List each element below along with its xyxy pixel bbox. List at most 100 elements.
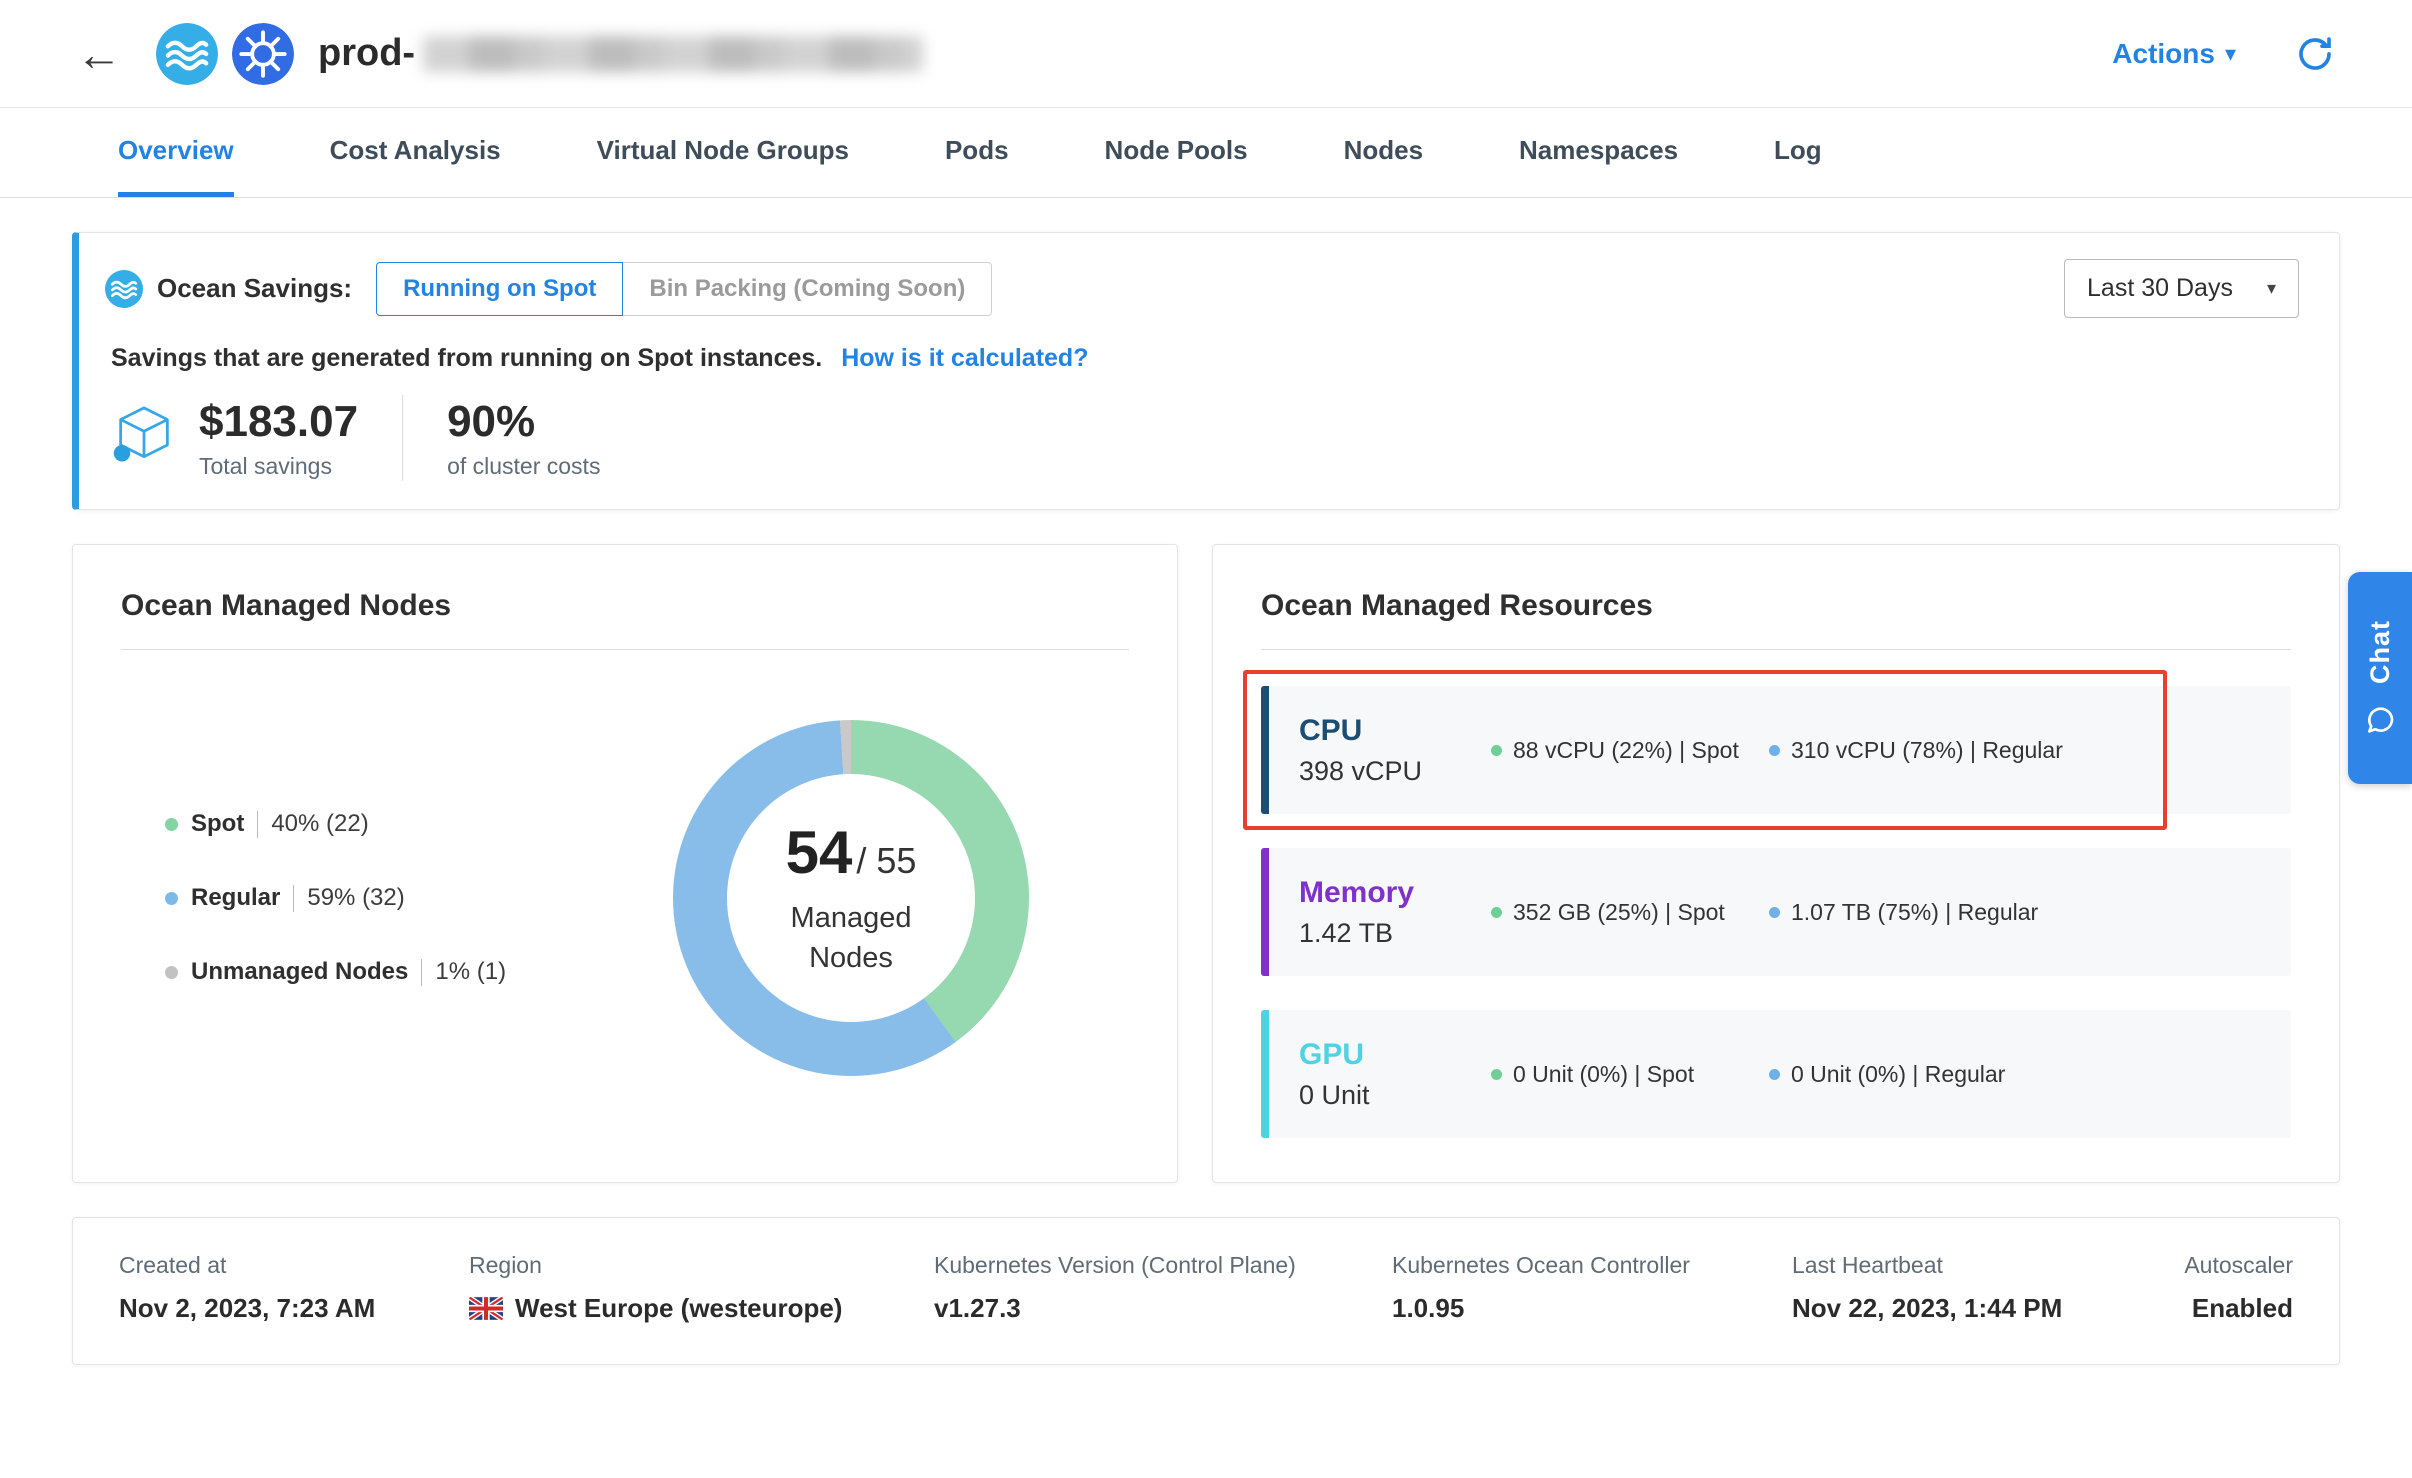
spot-dot [1491, 745, 1502, 756]
tab-nodes[interactable]: Nodes [1344, 108, 1423, 197]
tab-namespaces[interactable]: Namespaces [1519, 108, 1678, 197]
managed-nodes-donut: 54 / 55 Managed Nodes [673, 720, 1029, 1076]
kubernetes-logo-icon [232, 23, 294, 85]
resource-name: GPU [1299, 1038, 1491, 1072]
tab-virtual-node-groups[interactable]: Virtual Node Groups [597, 108, 849, 197]
regular-stat-text: 0 Unit (0%) | Regular [1791, 1061, 2005, 1088]
resource-accent-bar [1261, 686, 1269, 814]
regular-stat: 0 Unit (0%) | Regular [1769, 1061, 2005, 1088]
legend-label: Spot [191, 810, 244, 838]
region-label: Region [469, 1252, 934, 1279]
ocean-controller-label: Kubernetes Ocean Controller [1392, 1252, 1792, 1279]
last-heartbeat-value: Nov 22, 2023, 1:44 PM [1792, 1293, 2062, 1324]
legend-dot [165, 966, 178, 979]
autoscaler-column: Autoscaler Enabled [2184, 1252, 2293, 1324]
spot-stat-text: 352 GB (25%) | Spot [1513, 899, 1725, 926]
donut-center: 54 / 55 Managed Nodes [727, 774, 975, 1022]
donut-label: Managed Nodes [761, 899, 941, 977]
cluster-costs-value: 90% [447, 397, 600, 447]
resource-row-cpu: CPU 398 vCPU 88 vCPU (22%) | Spot 310 vC… [1261, 686, 2291, 814]
spot-stat-text: 0 Unit (0%) | Spot [1513, 1061, 1694, 1088]
ocean-managed-resources-card: Ocean Managed Resources CPU 398 vCPU 88 … [1212, 544, 2340, 1183]
legend-item-regular: Regular 59% (32) [165, 884, 506, 912]
tab-pods[interactable]: Pods [945, 108, 1009, 197]
divider [1261, 649, 2291, 650]
regular-dot [1769, 745, 1780, 756]
running-on-spot-toggle[interactable]: Running on Spot [376, 262, 623, 316]
how-calculated-link[interactable]: How is it calculated? [841, 344, 1088, 372]
legend-separator [421, 959, 422, 986]
resource-name: CPU [1299, 714, 1491, 748]
spot-stat: 88 vCPU (22%) | Spot [1491, 737, 1769, 764]
regular-stat: 310 vCPU (78%) | Regular [1769, 737, 2063, 764]
tab-node-pools[interactable]: Node Pools [1105, 108, 1248, 197]
total-savings-label: Total savings [199, 453, 358, 480]
tab-log[interactable]: Log [1774, 108, 1822, 197]
spot-stat-text: 88 vCPU (22%) | Spot [1513, 737, 1739, 764]
ocean-controller-value: 1.0.95 [1392, 1293, 1464, 1324]
managed-nodes-total: / 55 [856, 840, 916, 882]
resource-name: Memory [1299, 876, 1491, 910]
legend-value: 59% (32) [307, 884, 404, 912]
regular-stat-text: 1.07 TB (75%) | Regular [1791, 899, 2038, 926]
actions-button[interactable]: Actions ▾ [2112, 38, 2236, 70]
savings-description: Savings that are generated from running … [111, 344, 822, 372]
last-heartbeat-label: Last Heartbeat [1792, 1252, 2122, 1279]
refresh-icon[interactable] [2294, 33, 2336, 75]
spot-dot [1491, 907, 1502, 918]
cluster-tab-bar: Overview Cost Analysis Virtual Node Grou… [0, 108, 2412, 198]
ocean-savings-banner: Ocean Savings: Running on Spot Bin Packi… [72, 232, 2340, 510]
region-value: West Europe (westeurope) [515, 1293, 842, 1324]
period-dropdown-value: Last 30 Days [2087, 274, 2233, 303]
region-column: Region West Europe (westeurope) [469, 1252, 934, 1324]
total-savings-stat: $183.07 Total savings [199, 397, 358, 480]
autoscaler-value: Enabled [2192, 1293, 2293, 1324]
stat-divider [402, 395, 403, 481]
k8s-version-column: Kubernetes Version (Control Plane) v1.27… [934, 1252, 1392, 1324]
legend-item-spot: Spot 40% (22) [165, 810, 506, 838]
uk-flag-icon [469, 1297, 503, 1320]
redacted-cluster-name [423, 36, 923, 72]
ocean-managed-nodes-card: Ocean Managed Nodes Spot 40% (22) Regula… [72, 544, 1178, 1183]
resource-value: 0 Unit [1299, 1080, 1491, 1111]
ocean-controller-column: Kubernetes Ocean Controller 1.0.95 [1392, 1252, 1792, 1324]
bin-packing-toggle[interactable]: Bin Packing (Coming Soon) [623, 262, 992, 316]
spot-stat: 352 GB (25%) | Spot [1491, 899, 1769, 926]
tab-cost-analysis[interactable]: Cost Analysis [330, 108, 501, 197]
nodes-legend: Spot 40% (22) Regular 59% (32) Unmanaged… [165, 810, 506, 986]
spot-ocean-logo-icon [156, 23, 218, 85]
legend-value: 1% (1) [435, 958, 506, 986]
legend-item-unmanaged: Unmanaged Nodes 1% (1) [165, 958, 506, 986]
back-arrow-icon[interactable]: ← [76, 31, 122, 77]
spot-stat: 0 Unit (0%) | Spot [1491, 1061, 1769, 1088]
k8s-version-label: Kubernetes Version (Control Plane) [934, 1252, 1392, 1279]
managed-resources-title: Ocean Managed Resources [1261, 589, 2291, 623]
resource-accent-bar [1261, 1010, 1269, 1138]
cluster-info-footer: Created at Nov 2, 2023, 7:23 AM Region W… [72, 1217, 2340, 1365]
created-at-label: Created at [119, 1252, 469, 1279]
autoscaler-label: Autoscaler [2184, 1252, 2293, 1279]
resource-row-memory: Memory 1.42 TB 352 GB (25%) | Spot 1.07 … [1261, 848, 2291, 976]
regular-dot [1769, 907, 1780, 918]
chevron-down-icon: ▾ [2225, 41, 2236, 67]
cluster-costs-stat: 90% of cluster costs [447, 397, 600, 480]
chat-button[interactable]: Chat [2348, 572, 2412, 784]
chat-button-label: Chat [2365, 620, 2396, 684]
regular-stat-text: 310 vCPU (78%) | Regular [1791, 737, 2063, 764]
regular-dot [1769, 1069, 1780, 1080]
period-dropdown[interactable]: Last 30 Days ▾ [2064, 259, 2299, 318]
cluster-costs-label: of cluster costs [447, 453, 600, 480]
savings-mode-toggle: Running on Spot Bin Packing (Coming Soon… [376, 262, 992, 316]
total-savings-value: $183.07 [199, 397, 358, 447]
legend-label: Regular [191, 884, 280, 912]
tab-overview[interactable]: Overview [118, 108, 234, 197]
divider [121, 649, 1129, 650]
top-header: ← prod- Actions ▾ [0, 0, 2412, 108]
resource-accent-bar [1261, 848, 1269, 976]
resource-row-gpu: GPU 0 Unit 0 Unit (0%) | Spot 0 Unit (0%… [1261, 1010, 2291, 1138]
created-at-value: Nov 2, 2023, 7:23 AM [119, 1293, 375, 1324]
wave-icon [105, 270, 143, 308]
managed-nodes-count: 54 [786, 818, 853, 887]
legend-dot [165, 818, 178, 831]
last-heartbeat-column: Last Heartbeat Nov 22, 2023, 1:44 PM [1792, 1252, 2122, 1324]
